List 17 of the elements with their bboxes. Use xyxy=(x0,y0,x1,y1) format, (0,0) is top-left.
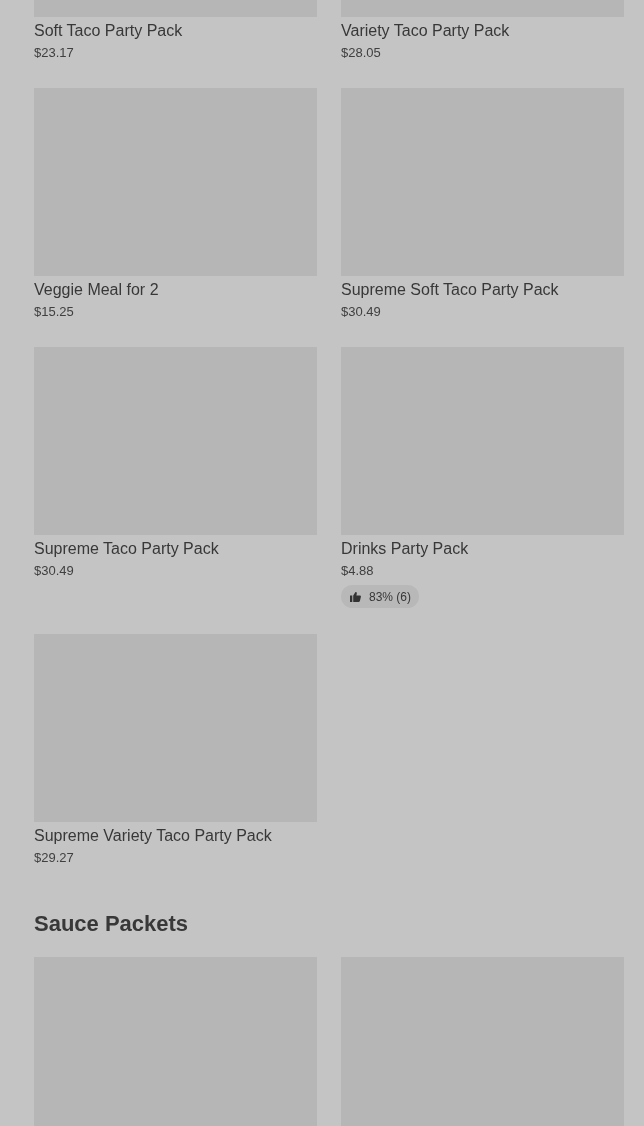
product-name[interactable]: Soft Taco Party Pack xyxy=(34,21,317,41)
product-name[interactable]: Variety Taco Party Pack xyxy=(341,21,624,41)
rating-text: 83% (6) xyxy=(369,589,412,604)
product-price: $29.27 xyxy=(34,849,75,867)
section-heading: Sauce Packets xyxy=(34,910,190,938)
product-price: $30.49 xyxy=(34,562,75,580)
product-price: $15.25 xyxy=(34,303,75,321)
thumbs-up-icon xyxy=(350,591,361,602)
product-name[interactable]: Supreme Soft Taco Party Pack xyxy=(341,280,624,300)
product-name[interactable]: Drinks Party Pack xyxy=(341,539,624,559)
product-price: $4.88 xyxy=(341,562,375,580)
product-name[interactable]: Supreme Taco Party Pack xyxy=(34,539,317,559)
product-price: $30.49 xyxy=(341,303,382,321)
product-price: $28.05 xyxy=(341,44,382,62)
product-name[interactable]: Veggie Meal for 2 xyxy=(34,280,317,300)
product-price: $23.17 xyxy=(34,44,75,62)
product-name[interactable]: Supreme Variety Taco Party Pack xyxy=(34,826,317,846)
